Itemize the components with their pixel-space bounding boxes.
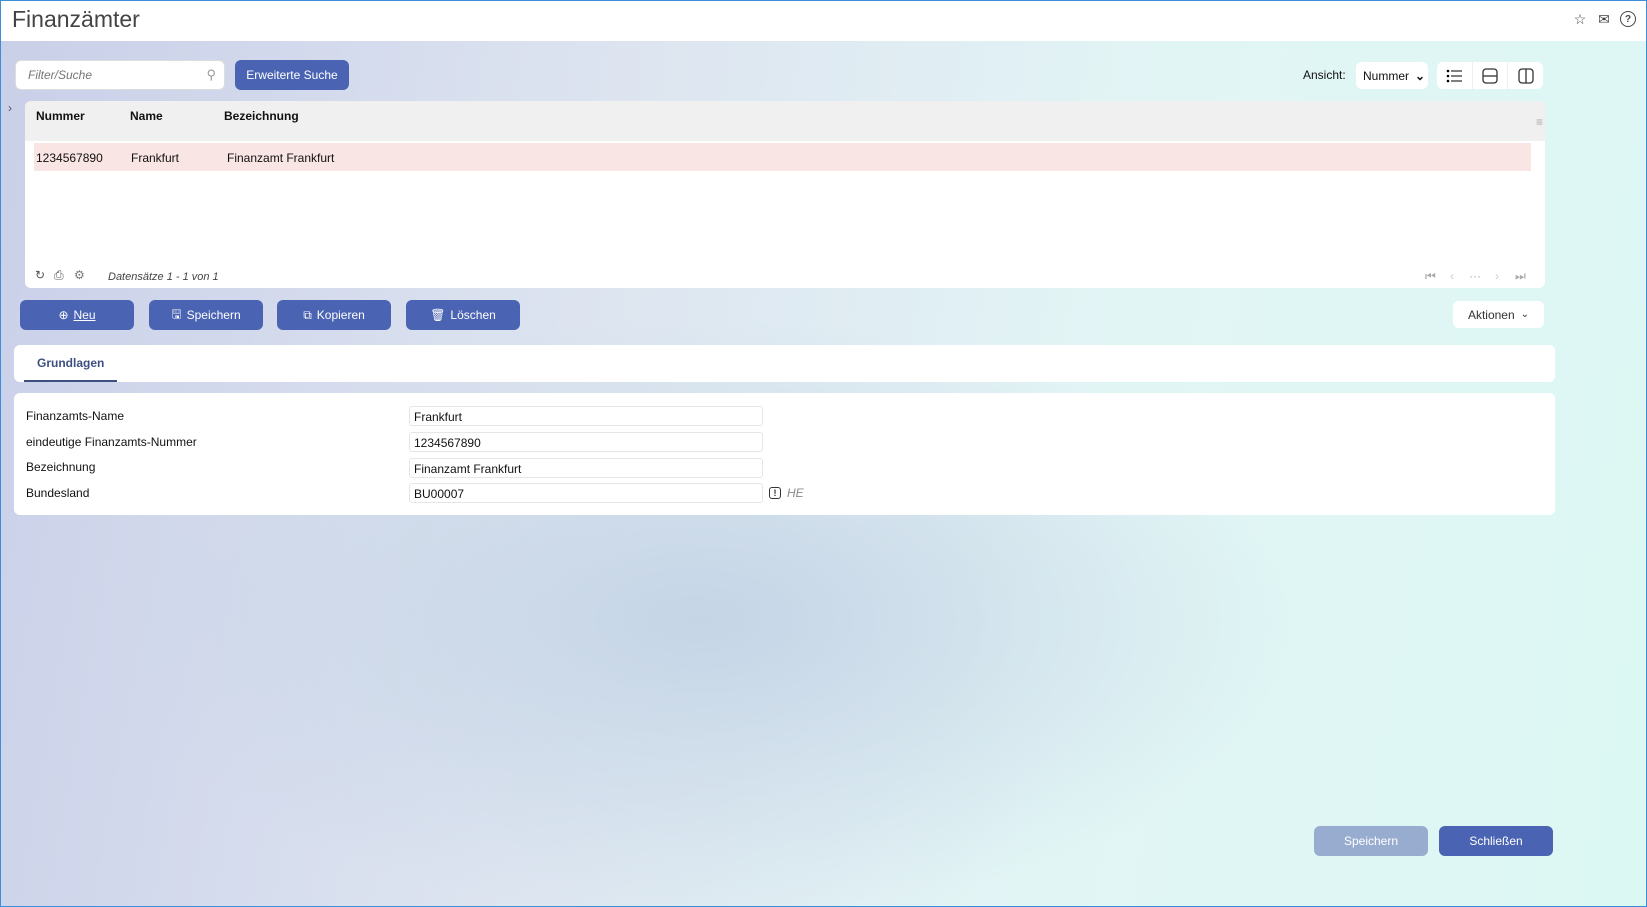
finanzamt-nummer-input[interactable]: 1234567890 [409,432,763,452]
close-button[interactable]: Schließen [1439,826,1553,856]
column-header-bezeichnung[interactable]: Bezeichnung [224,109,299,123]
warning-icon: ! [769,487,781,499]
view-label: Ansicht: [1303,68,1346,82]
cell-bezeichnung: Finanzamt Frankfurt [227,151,335,165]
floppy-icon: 🖫 [171,306,182,321]
finanzamt-name-input[interactable]: Frankfurt [409,406,763,426]
view-select-value: Nummer [1363,68,1410,83]
detail-form: Finanzamts-Name Frankfurt eindeutige Fin… [14,393,1555,515]
new-label: Neu [73,308,96,322]
delete-label: Löschen [450,308,496,322]
chevron-down-icon: ⌄ [1520,309,1530,320]
field-label: Bundesland [26,486,90,500]
footer-save-button[interactable]: Speichern [1314,826,1428,856]
tab-grundlagen[interactable]: Grundlagen [24,345,118,382]
field-label: Finanzamts-Name [26,409,125,423]
data-grid: Nummer Name Bezeichnung ≡ 1234567890 Fra… [25,101,1545,288]
layout-switcher [1437,62,1543,89]
mail-icon[interactable]: ✉ [1596,11,1612,27]
bezeichnung-input[interactable]: Finanzamt Frankfurt [409,458,763,478]
search-box[interactable]: ⚲ [15,60,225,90]
advanced-search-button[interactable]: Erweiterte Suche [235,60,349,90]
chevron-down-icon: ⌄ [1415,68,1426,83]
new-button[interactable]: ⊕ Neu [20,300,134,330]
actions-label: Aktionen [1467,307,1515,322]
help-icon[interactable]: ? [1620,11,1636,27]
bundesland-hint: HE [787,486,804,500]
expand-panel-icon[interactable]: › [8,101,12,115]
column-menu-icon[interactable]: ≡ [1536,115,1543,129]
refresh-icon[interactable]: ↻ [35,268,45,282]
grid-footer: ↻ ⎙ ⚙ Datensätze 1 - 1 von 1 ⏮ ‹ ··· › ⏭ [25,266,1545,288]
column-header-name[interactable]: Name [130,109,163,123]
next-page-icon[interactable]: › [1495,269,1499,283]
plus-circle-icon: ⊕ [58,308,69,322]
last-page-icon[interactable]: ⏭ [1515,269,1526,284]
star-icon[interactable]: ☆ [1572,11,1588,27]
save-button[interactable]: 🖫 Speichern [149,300,263,330]
split-horizontal-icon[interactable] [1473,62,1509,89]
copy-button[interactable]: ⧉ Kopieren [277,300,391,330]
column-header-nummer[interactable]: Nummer [36,109,85,123]
cell-nummer: 1234567890 [36,151,103,165]
trash-icon: 🗑 [430,308,446,322]
record-count: Datensätze 1 - 1 von 1 [108,271,219,283]
grid-header: Nummer Name Bezeichnung ≡ [25,101,1545,141]
copy-icon: ⧉ [303,307,312,322]
prev-page-icon[interactable]: ‹ [1450,269,1454,283]
page-title: Finanzämter [12,6,140,32]
print-icon[interactable]: ⎙ [54,268,64,283]
tab-bar: Grundlagen [14,345,1555,382]
title-bar: Finanzämter ☆ ✉ ? [1,1,1646,41]
copy-label: Kopieren [316,308,365,322]
field-label: eindeutige Finanzamts-Nummer [26,435,197,449]
view-select[interactable]: Nummer ⌄ [1356,62,1428,89]
list-view-icon[interactable] [1437,62,1473,89]
save-label: Speichern [186,308,241,322]
field-label: Bezeichnung [26,460,96,474]
delete-button[interactable]: 🗑 Löschen [406,300,520,330]
bundesland-input[interactable]: BU00007 [409,483,763,503]
first-page-icon[interactable]: ⏮ [1425,269,1436,284]
table-row[interactable]: 1234567890 Frankfurt Finanzamt Frankfurt [34,143,1531,171]
cell-name: Frankfurt [131,151,180,165]
split-vertical-icon[interactable] [1508,62,1543,89]
actions-dropdown[interactable]: Aktionen ⌄ [1453,301,1544,328]
page-ellipsis: ··· [1469,269,1481,283]
settings-icon[interactable]: ⚙ [74,268,85,282]
search-input[interactable] [16,61,196,89]
search-icon[interactable]: ⚲ [206,67,216,83]
